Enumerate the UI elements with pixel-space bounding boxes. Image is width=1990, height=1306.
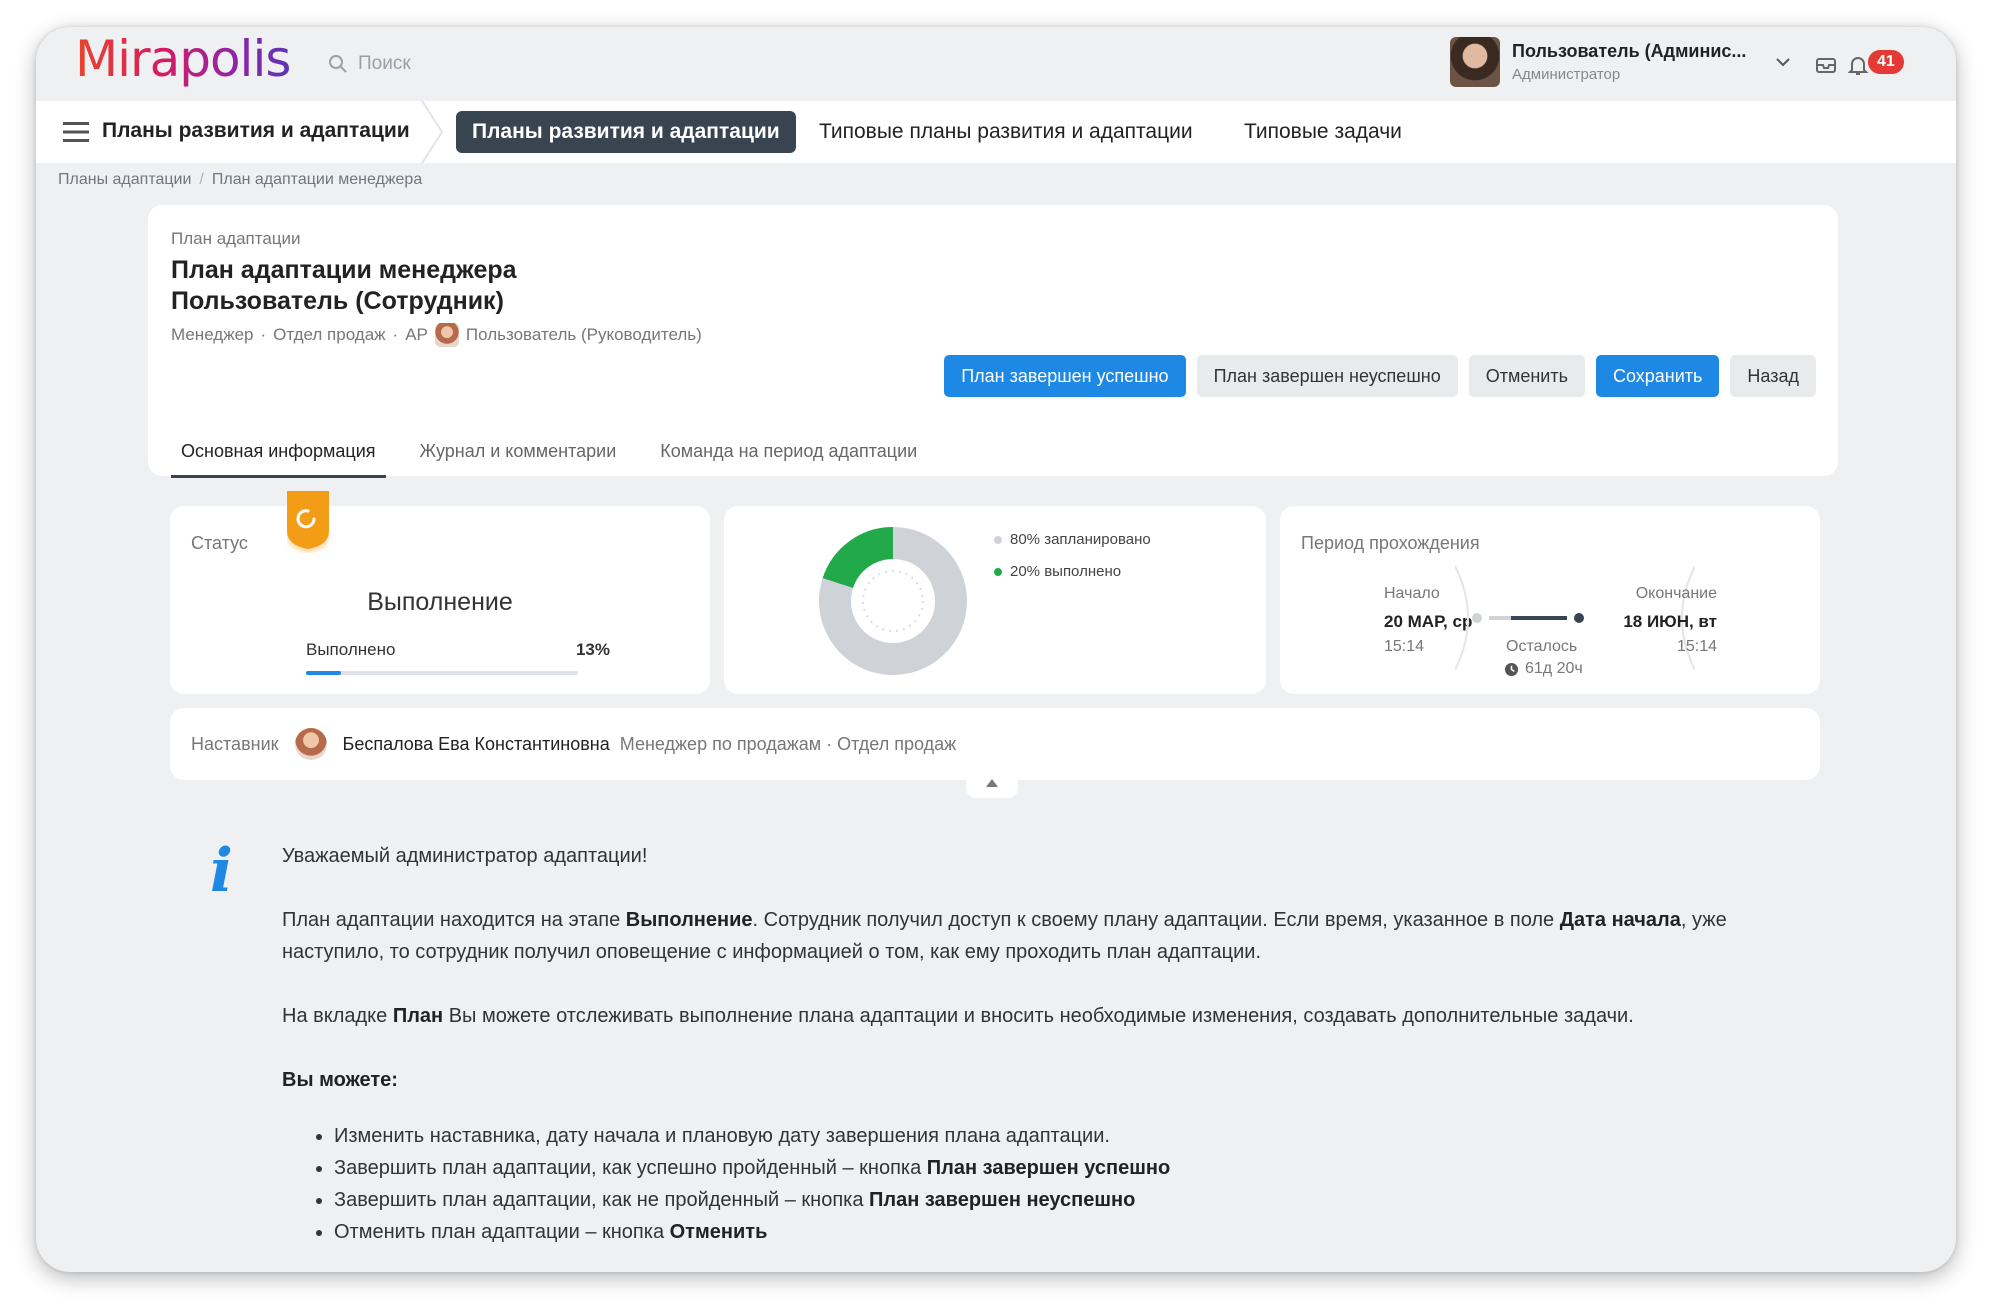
mentor-avatar (294, 728, 327, 760)
period-start-time: 15:14 (1384, 638, 1425, 655)
period-card: Период прохождения Начало 20 МАР, ср 15:… (1280, 506, 1820, 694)
meta-department: Отдел продаж (273, 325, 386, 344)
section-nav: Планы развития и адаптации Планы развити… (36, 101, 1956, 163)
plan-employee: Пользователь (Сотрудник) (171, 287, 504, 315)
nav-tab-template-tasks[interactable]: Типовые задачи (1228, 111, 1418, 153)
nav-tab-template-plans[interactable]: Типовые планы развития и адаптации (803, 111, 1209, 153)
nav-separator (421, 101, 444, 163)
plan-meta: Менеджер · Отдел продаж · АР Пользовател… (171, 323, 702, 347)
info-paragraph-1: План адаптации находится на этапе Выполн… (282, 909, 1727, 963)
plan-kicker: План адаптации (171, 229, 301, 248)
period-remaining-value: 61д 20ч (1525, 660, 1583, 677)
meta-position: Менеджер (171, 325, 254, 344)
app-logo[interactable]: Mirapolis (75, 30, 291, 88)
bell-icon (1847, 57, 1869, 75)
progress-bar-fill (306, 671, 342, 675)
period-remaining: 61д 20ч (1504, 660, 1583, 678)
breadcrumb-item-plans[interactable]: Планы адаптации (58, 171, 191, 188)
messages-button[interactable] (1812, 51, 1840, 79)
legend-dot-planned (994, 535, 1002, 544)
info-panel: i Уважаемый администратор адаптации! Пла… (170, 822, 1820, 1272)
mentor-name[interactable]: Беспалова Ева Константиновна (343, 734, 610, 755)
breadcrumb: Планы адаптации / План адаптации менеджера (58, 171, 423, 188)
mentor-row: Наставник Беспалова Ева Константиновна М… (191, 728, 956, 760)
user-role: Администратор (1512, 66, 1621, 83)
notification-count-badge: 41 (1868, 50, 1904, 74)
legend-label-done: 20% выполнено (1010, 563, 1122, 580)
top-bar: Mirapolis Поиск Пользователь (Админис...… (36, 27, 1956, 101)
manager-avatar (434, 323, 459, 347)
back-button[interactable]: Назад (1730, 355, 1816, 397)
status-label: Статус (191, 533, 248, 553)
progress-donut-chart (819, 527, 967, 675)
plan-header-card: План адаптации План адаптации менеджера … (148, 205, 1838, 478)
caret-up-icon (986, 779, 998, 787)
period-start-label: Начало (1384, 585, 1440, 602)
info-list: Изменить наставника, дату начала и плано… (334, 1120, 1802, 1248)
period-end-label: Окончание (1635, 585, 1717, 602)
status-in-progress-icon (287, 491, 329, 549)
search-placeholder: Поиск (358, 53, 411, 74)
meta-code: АР (405, 325, 428, 344)
breadcrumb-item-current: План адаптации менеджера (211, 171, 423, 188)
plan-title-name: План адаптации менеджера (171, 256, 517, 284)
search-box[interactable]: Поиск (328, 49, 411, 79)
info-greeting: Уважаемый администратор адаптации! (282, 845, 648, 867)
meta-dot: · (260, 325, 267, 344)
progress-chart-card: 80% запланировано 20% выполнено (724, 506, 1266, 694)
section-title: Планы развития и адаптации (102, 119, 410, 142)
donut-center-ring (862, 570, 924, 632)
tab-main-info[interactable]: Основная информация (171, 433, 386, 478)
collapse-toggle[interactable] (966, 768, 1018, 798)
tab-journal[interactable]: Журнал и комментарии (410, 433, 627, 478)
tab-team[interactable]: Команда на период адаптации (650, 433, 927, 478)
period-label: Период прохождения (1301, 533, 1480, 553)
period-remaining-label: Осталось (1506, 638, 1578, 655)
meta-dot: · (392, 325, 399, 344)
mentor-position: Менеджер по продажам · Отдел продаж (619, 733, 957, 754)
status-value: Выполнение (367, 588, 513, 616)
info-icon: i (210, 836, 233, 906)
menu-icon[interactable] (63, 122, 89, 142)
list-item: Отменить план адаптации – кнопка Отменит… (334, 1216, 1802, 1248)
info-paragraph-2: На вкладке План Вы можете отслеживать вы… (282, 1005, 1634, 1027)
plan-fail-button[interactable]: План завершен неуспешно (1196, 355, 1458, 397)
cancel-button[interactable]: Отменить (1468, 355, 1585, 397)
list-item: Завершить план адаптации, как успешно пр… (334, 1152, 1802, 1184)
donut-slice-done (822, 527, 894, 589)
search-icon (329, 55, 347, 73)
list-item: Завершить план адаптации, как не пройден… (334, 1184, 1802, 1216)
progress-percent: 13% (575, 640, 610, 659)
period-end-date: 18 ИЮН, вт (1623, 612, 1717, 631)
inbox-icon (1816, 58, 1836, 73)
plan-title: План адаптации менеджера Пользователь (С… (171, 255, 517, 317)
status-card: Статус Выполнение Выполнено 13% (170, 506, 710, 694)
legend-item-done: 20% выполнено (994, 563, 1151, 580)
plan-success-button[interactable]: План завершен успешно (944, 355, 1186, 397)
period-end-time: 15:14 (1676, 638, 1717, 655)
list-item: Изменить наставника, дату начала и плано… (334, 1120, 1802, 1152)
info-can-title: Вы можете: (282, 1069, 398, 1091)
legend-item-planned: 80% запланировано (994, 531, 1151, 548)
progress-bar (306, 671, 578, 675)
nav-tab-plans[interactable]: Планы развития и адаптации (456, 111, 796, 153)
clock-icon (1504, 662, 1519, 676)
progress-label: Выполнено (306, 640, 396, 659)
save-button[interactable]: Сохранить (1595, 355, 1720, 397)
plan-tabs: Основная информация Журнал и комментарии… (171, 433, 927, 478)
user-name: Пользователь (Админис... (1512, 41, 1747, 61)
legend-dot-done (994, 567, 1002, 576)
mentor-label: Наставник (191, 733, 279, 754)
app-window: Mirapolis Поиск Пользователь (Админис...… (36, 27, 1956, 1272)
meta-manager[interactable]: Пользователь (Руководитель) (466, 325, 702, 345)
legend-label-planned: 80% запланировано (1010, 531, 1151, 548)
user-menu[interactable]: Пользователь (Админис... Администратор (1450, 37, 1792, 87)
action-buttons: План завершен успешно План завершен неус… (944, 355, 1816, 397)
chevron-down-icon (1776, 58, 1791, 67)
chart-legend: 80% запланировано 20% выполнено (994, 531, 1151, 595)
user-avatar (1450, 37, 1500, 87)
info-text: Уважаемый администратор адаптации! План … (282, 840, 1802, 1248)
